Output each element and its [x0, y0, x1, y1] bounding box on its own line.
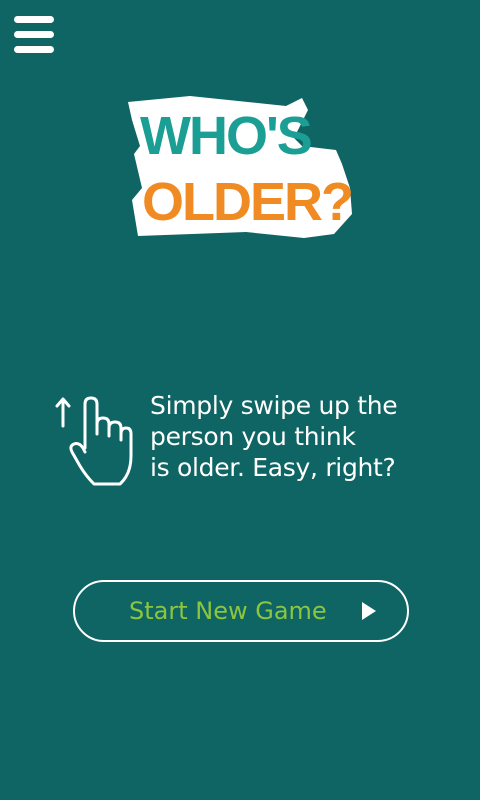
- menu-button[interactable]: [12, 12, 58, 56]
- instruction-panel: Simply swipe up the person you think is …: [54, 390, 434, 500]
- start-new-game-button[interactable]: Start New Game: [73, 580, 409, 642]
- instruction-text: Simply swipe up the person you think is …: [150, 390, 430, 483]
- start-new-game-label: Start New Game: [129, 597, 327, 625]
- instruction-line: person you think: [150, 422, 356, 451]
- app-logo: WHO'S OLDER?: [128, 96, 354, 238]
- logo-line2: OLDER?: [142, 172, 352, 232]
- play-icon: [362, 602, 376, 620]
- swipe-up-hand-icon: [55, 396, 133, 486]
- instruction-line: is older. Easy, right?: [150, 453, 396, 482]
- hamburger-menu-icon: [14, 16, 54, 23]
- instruction-line: Simply swipe up the: [150, 391, 398, 420]
- logo-line1: WHO'S: [140, 106, 311, 166]
